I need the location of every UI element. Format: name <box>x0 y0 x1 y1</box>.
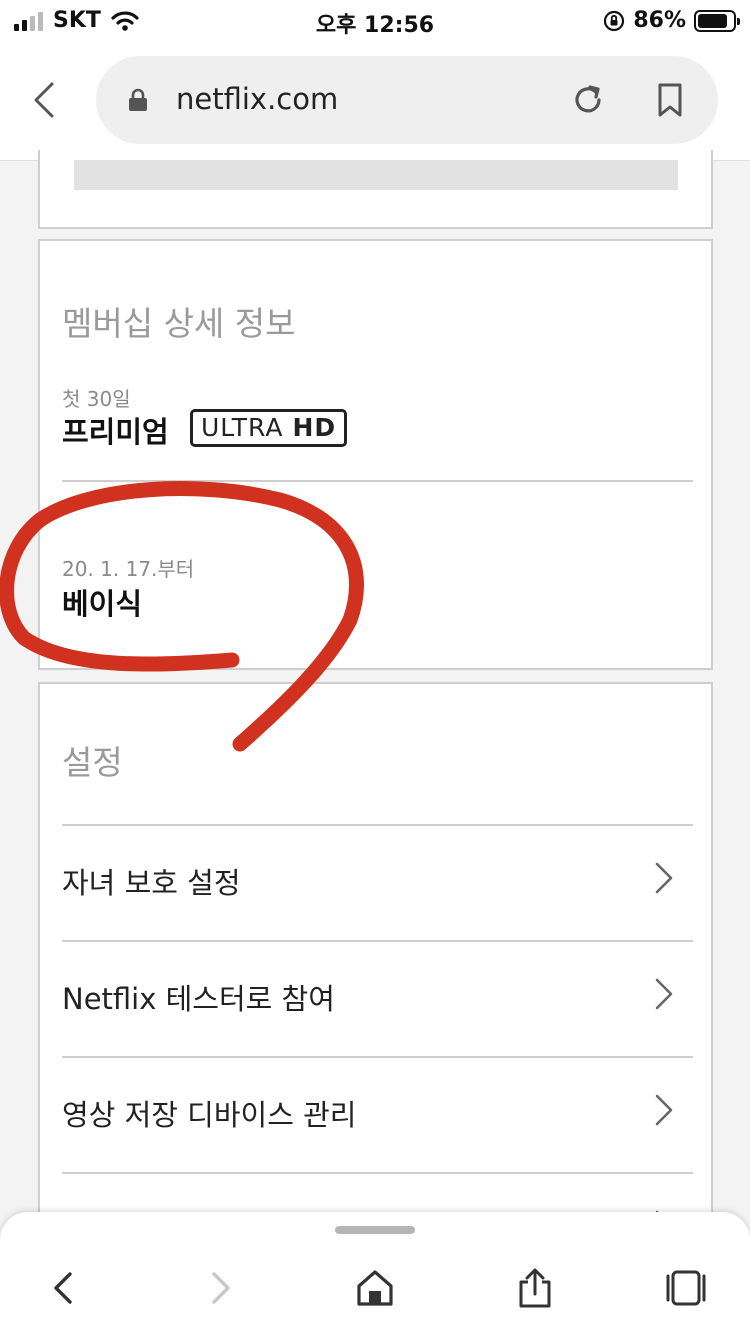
settings-divider <box>62 940 693 942</box>
reload-icon[interactable] <box>570 82 606 118</box>
current-plan-note: 첫 30일 <box>62 387 131 411</box>
status-right: 86% <box>603 8 740 33</box>
forward-icon[interactable] <box>198 1266 242 1310</box>
chevron-right-icon <box>655 1094 673 1126</box>
share-icon[interactable] <box>513 1266 557 1310</box>
current-plan-name: 프리미엄 <box>62 415 169 449</box>
url-text: netflix.com <box>176 82 339 116</box>
settings-item-download-devices[interactable]: 영상 저장 디바이스 관리 <box>62 1056 693 1171</box>
browser-toolbar: netflix.com <box>0 40 750 161</box>
browser-back-icon[interactable] <box>26 80 66 120</box>
rotation-lock-icon <box>604 10 625 31</box>
ultra-hd-badge: ULTRA HD <box>190 409 348 447</box>
bottom-toolbar <box>0 1212 750 1334</box>
badge-bold-text: HD <box>292 413 337 442</box>
battery-percent: 86% <box>633 8 686 33</box>
tabs-icon[interactable] <box>664 1266 708 1310</box>
status-bar: SKT 오후 12:56 86% <box>0 0 750 40</box>
settings-divider <box>62 824 693 826</box>
settings-card: 설정 자녀 보호 설정 Netflix 테스터로 참여 영상 저장 디바이스 관… <box>38 682 713 1302</box>
settings-item-parental-controls[interactable]: 자녀 보호 설정 <box>62 824 693 939</box>
settings-divider <box>62 1056 693 1058</box>
placeholder-bar <box>74 160 678 190</box>
home-icon[interactable] <box>353 1266 397 1310</box>
previous-card <box>38 150 713 229</box>
membership-title: 멤버십 상세 정보 <box>62 304 296 343</box>
badge-regular-text: ULTRA <box>201 413 284 442</box>
grab-handle[interactable] <box>335 1226 415 1234</box>
lock-icon <box>129 88 147 111</box>
settings-item-label: 영상 저장 디바이스 관리 <box>62 1098 357 1132</box>
settings-item-label: Netflix 테스터로 참여 <box>62 982 335 1016</box>
battery-icon <box>694 9 740 32</box>
chevron-right-icon <box>655 978 673 1010</box>
annotation-circle <box>0 481 364 752</box>
bookmark-icon[interactable] <box>652 82 688 118</box>
settings-divider <box>62 1172 693 1174</box>
settings-item-test-participation[interactable]: Netflix 테스터로 참여 <box>62 940 693 1055</box>
address-bar[interactable]: netflix.com <box>96 56 718 144</box>
chevron-right-icon <box>655 862 673 894</box>
settings-item-label: 자녀 보호 설정 <box>62 866 241 900</box>
chevron-left-icon[interactable] <box>42 1266 86 1310</box>
